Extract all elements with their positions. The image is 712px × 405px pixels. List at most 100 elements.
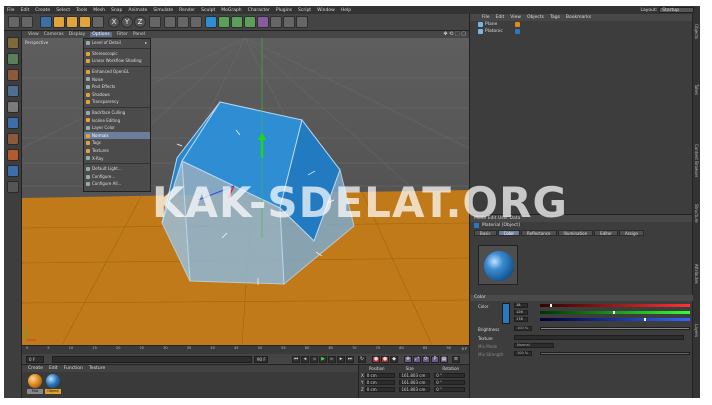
scale-icon[interactable]: [66, 16, 78, 28]
y-axis-icon[interactable]: Y: [121, 16, 133, 28]
object-menu-objects[interactable]: Objects: [527, 15, 544, 20]
menu-create[interactable]: Create: [35, 8, 50, 13]
object-menu-view[interactable]: View: [510, 15, 521, 20]
coordinate-icon[interactable]: [149, 16, 161, 28]
viewport-menu-cameras[interactable]: Cameras: [44, 32, 64, 37]
g-slider-handle[interactable]: [612, 311, 615, 314]
cube-icon[interactable]: [205, 16, 217, 28]
prev-frame-icon[interactable]: ◃: [310, 356, 318, 363]
menu-snap[interactable]: Snap: [111, 8, 122, 13]
material-tag-icon[interactable]: [515, 29, 520, 34]
attr-tab-illumination[interactable]: Illumination: [557, 229, 594, 236]
options-item-configure[interactable]: Configure...: [84, 173, 150, 181]
menu-file[interactable]: File: [7, 8, 15, 13]
menu-mograph[interactable]: MoGraph: [221, 8, 241, 13]
options-item-textures[interactable]: Textures: [84, 147, 150, 155]
menu-sculpt[interactable]: Sculpt: [201, 8, 215, 13]
material-swatch-mat[interactable]: [28, 374, 42, 388]
side-tab-objects[interactable]: Objects: [694, 24, 699, 39]
x-axis-icon[interactable]: X: [108, 16, 120, 28]
position-y-field[interactable]: 0 cm: [364, 379, 396, 385]
material-menu-function[interactable]: Function: [64, 366, 83, 371]
texture-field[interactable]: [514, 335, 684, 340]
pla-key-icon[interactable]: ▦: [440, 356, 448, 363]
go-start-icon[interactable]: ⏮: [292, 356, 300, 363]
color-g-slider[interactable]: [540, 311, 690, 314]
autokey-icon[interactable]: ●: [381, 356, 389, 363]
next-frame-icon[interactable]: ▹: [328, 356, 336, 363]
side-tab-content-browser[interactable]: Content Browser: [694, 144, 699, 177]
options-item-normals[interactable]: Normals: [84, 131, 150, 140]
position-z-field[interactable]: 0 cm: [364, 386, 396, 392]
options-item-post-effects[interactable]: Post Effects: [84, 83, 150, 91]
options-item-transparency[interactable]: Transparency: [84, 98, 150, 106]
color-b-field[interactable]: 178: [514, 317, 528, 322]
add-icon[interactable]: [92, 16, 104, 28]
play-icon[interactable]: ▶: [319, 356, 327, 363]
side-tab-takes[interactable]: Takes: [694, 84, 699, 95]
light-icon[interactable]: [296, 16, 308, 28]
r-slider-handle[interactable]: [550, 304, 553, 307]
rotation-p-field[interactable]: 0 °: [434, 379, 465, 385]
menu-animate[interactable]: Animate: [128, 8, 147, 13]
object-row-platonic[interactable]: Platonic: [470, 28, 700, 35]
viewport-menu-options[interactable]: Options: [90, 32, 112, 37]
options-item-tags[interactable]: Tags: [84, 139, 150, 147]
render-settings-icon[interactable]: [190, 16, 202, 28]
end-frame-field[interactable]: 90 F: [254, 356, 268, 363]
move-icon[interactable]: [53, 16, 65, 28]
position-x-field[interactable]: 0 cm: [364, 372, 396, 378]
enable-axis-icon[interactable]: [7, 149, 19, 161]
color-b-slider[interactable]: [540, 318, 690, 321]
viewport-menu-view[interactable]: View: [28, 32, 39, 37]
options-item-backface-culling[interactable]: Backface Culling: [84, 109, 150, 117]
edges-mode-icon[interactable]: [7, 117, 19, 129]
menu-window[interactable]: Window: [317, 8, 335, 13]
select-icon[interactable]: [40, 16, 52, 28]
rotate-icon[interactable]: [79, 16, 91, 28]
viewport-menu-filter[interactable]: Filter: [117, 32, 128, 37]
brightness-slider[interactable]: [540, 327, 690, 330]
array-icon[interactable]: [244, 16, 256, 28]
rotation-key-icon[interactable]: ⟳: [422, 356, 430, 363]
viewport-nav-icons[interactable]: ✥ ⟲ ⬚ ▢: [443, 31, 466, 37]
preview-range-slider[interactable]: [52, 356, 252, 363]
attr-tab-basic[interactable]: Basic: [474, 229, 497, 236]
loop-icon[interactable]: ↻: [358, 356, 366, 363]
options-item-isoline-editing[interactable]: Isoline Editing: [84, 116, 150, 124]
attr-tab-editor[interactable]: Editor: [594, 229, 618, 236]
next-key-icon[interactable]: ▸: [337, 356, 345, 363]
menu-mesh[interactable]: Mesh: [93, 8, 105, 13]
deformer-icon[interactable]: [257, 16, 269, 28]
size-z-field[interactable]: 161.803 cm: [399, 386, 431, 392]
record-icon[interactable]: ●: [372, 356, 380, 363]
param-key-icon[interactable]: P: [431, 356, 439, 363]
timeline-menu-icon[interactable]: ≡: [452, 356, 460, 363]
options-item-configure-all[interactable]: Configure All...: [84, 180, 150, 188]
viewport-menu-panel[interactable]: Panel: [133, 32, 145, 37]
scale-key-icon[interactable]: ⤢: [413, 356, 421, 363]
object-menu-file[interactable]: File: [482, 15, 490, 20]
subdivision-icon[interactable]: [231, 16, 243, 28]
material-swatch-object[interactable]: [46, 374, 60, 388]
menu-tools[interactable]: Tools: [76, 8, 87, 13]
object-menu-edit[interactable]: Edit: [496, 15, 505, 20]
viewport-menu-display[interactable]: Display: [69, 32, 86, 37]
object-menu-bookmarks[interactable]: Bookmarks: [566, 15, 591, 20]
menu-render[interactable]: Render: [179, 8, 195, 13]
material-tag-icon[interactable]: [515, 22, 520, 27]
texture-mode-icon[interactable]: [7, 69, 19, 81]
menu-plugins[interactable]: Plugins: [276, 8, 292, 13]
mix-strength-field[interactable]: 100 %: [514, 351, 532, 356]
menu-select[interactable]: Select: [56, 8, 70, 13]
object-row-plane[interactable]: Plane: [470, 21, 700, 28]
options-item-x-ray[interactable]: X-Ray: [84, 154, 150, 162]
options-item-stereoscopic[interactable]: Stereoscopic: [84, 50, 150, 58]
color-r-slider[interactable]: [540, 304, 690, 307]
model-mode-icon[interactable]: [7, 53, 19, 65]
menu-script[interactable]: Script: [298, 8, 311, 13]
color-g-field[interactable]: 126: [514, 310, 528, 315]
options-item-noise[interactable]: Noise: [84, 75, 150, 83]
color-section-header[interactable]: Color: [470, 295, 693, 301]
options-item-linear-workflow-shading[interactable]: Linear Workflow Shading: [84, 57, 150, 65]
